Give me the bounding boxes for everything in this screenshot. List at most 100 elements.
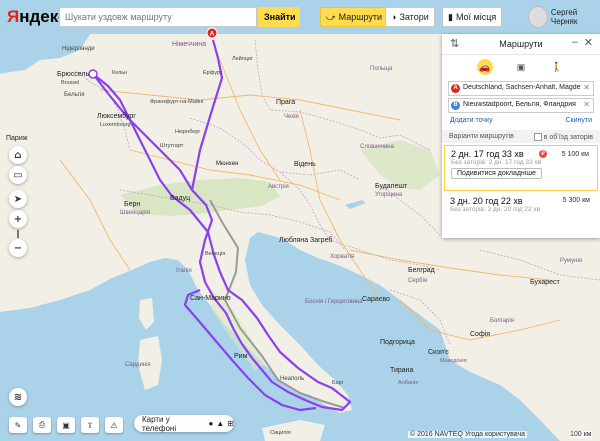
- toll-icon: ₽: [539, 150, 547, 158]
- label-austria: Австрія: [268, 184, 289, 190]
- home-icon[interactable]: ⌂: [9, 146, 27, 164]
- search-box: [59, 7, 260, 27]
- panel-header: ⇅ Маршрути – ✕: [442, 34, 600, 55]
- label-belgrade: Белград: [408, 267, 435, 274]
- copyright: © 2016 NAVTEQ Угода користувача: [408, 431, 528, 438]
- user-name: Сергей Черняк: [550, 8, 578, 26]
- label-sardinia: Сардинія: [125, 362, 151, 368]
- bus-layer-icon[interactable]: ▣: [57, 417, 75, 433]
- label-vaduz: Вадуц: [170, 195, 190, 202]
- minimize-icon[interactable]: –: [572, 36, 578, 48]
- label-serbia: Сербія: [408, 278, 427, 284]
- share-icon[interactable]: ⇪: [81, 417, 99, 433]
- route-variants-header: Варіанти маршрутів в обʼїзд заторів: [442, 130, 600, 143]
- add-point-link[interactable]: Додати точку: [450, 117, 493, 124]
- label-germany: Німеччина: [172, 40, 206, 48]
- label-munich: Мюнхен: [216, 161, 238, 167]
- route-1-distance: 5 100 км: [561, 151, 589, 158]
- bottom-tools: ✎ ⎙ ▣ ⇪ ⚠: [9, 417, 123, 433]
- clear-icon[interactable]: ✕: [583, 100, 590, 109]
- apps-label: Карти у телефоні: [142, 414, 177, 433]
- label-bari: Барі: [332, 380, 343, 386]
- search-button[interactable]: Знайти: [258, 7, 300, 27]
- marker-b[interactable]: [88, 69, 98, 79]
- label-skopje: Скоп'є: [428, 349, 449, 356]
- warning-icon[interactable]: ⚠: [105, 417, 123, 433]
- zoom-slider[interactable]: [17, 230, 19, 238]
- route-2-distance: 5 300 км: [562, 197, 590, 204]
- windows-icon: ⊞: [227, 419, 234, 428]
- walk-icon[interactable]: 🚶: [549, 59, 565, 75]
- label-erfurt: Ерфурт: [203, 70, 223, 76]
- layers-icon[interactable]: ≋: [9, 388, 27, 406]
- label-paris: Париж: [6, 135, 28, 142]
- print-icon[interactable]: ▭: [9, 166, 27, 184]
- bus-icon[interactable]: ▣: [513, 59, 529, 75]
- label-sarajevo: Сараєво: [362, 296, 390, 303]
- routes-panel: ⇅ Маршрути – ✕ 🚗 ▣ 🚶 A Deutschland, Sach…: [442, 34, 600, 238]
- label-slovakia: Словаччина: [360, 144, 394, 150]
- label-brussels: Брюссель: [57, 71, 89, 78]
- label-switzerland: Швейцарія: [120, 209, 150, 216]
- label-podgorica: Подгорица: [380, 339, 415, 346]
- label-macedonia: Македонія: [440, 358, 467, 364]
- label-naples: Неаполь: [280, 376, 304, 382]
- user-menu[interactable]: Сергей Черняк: [528, 6, 600, 28]
- route-option-1[interactable]: 2 дн. 17 год 33 хв ₽ 5 100 км Без заторі…: [444, 145, 598, 191]
- car-icon[interactable]: 🚗: [477, 59, 493, 75]
- waypoint-from-text: Deutschland, Sachsen-Anhalt, Magde: [463, 84, 581, 91]
- details-button[interactable]: Подивитися докладніше: [451, 168, 542, 179]
- label-tirana: Тирана: [390, 367, 414, 374]
- waypoint-to-text: Nieuwstadpoort, Бельгія, Фландрия: [463, 101, 576, 108]
- label-cologne: Кельн: [112, 70, 127, 76]
- traffic-icon: ◑: [391, 12, 397, 22]
- label-luxembourg: Люксембург: [97, 112, 136, 120]
- search-input[interactable]: [60, 8, 260, 26]
- print-icon[interactable]: ⎙: [33, 417, 51, 433]
- label-brussels-en: Brussel: [61, 80, 79, 86]
- label-stuttgart: Штутгарт: [160, 143, 184, 149]
- label-vienna: Відень: [294, 160, 316, 168]
- route-1-info: Без заторів: 2 дн. 17 год 33 хв: [451, 159, 542, 166]
- label-ljubljana: Любляна: [279, 236, 308, 244]
- locate-icon[interactable]: ➤: [9, 190, 27, 208]
- label-bucharest: Бухарест: [530, 279, 561, 286]
- label-bern: Берн: [124, 201, 140, 208]
- route-option-2[interactable]: 3 дн. 20 год 22 хв 5 300 км Без заторів:…: [442, 193, 600, 216]
- routes-button[interactable]: ⤻ Маршрути: [320, 7, 389, 27]
- route-2-info: Без заторів: 3 дн. 20 год 22 хв: [450, 206, 541, 213]
- label-venice: Венеція: [205, 251, 225, 257]
- transport-modes: 🚗 ▣ 🚶: [442, 55, 600, 79]
- android-icon: ▲: [216, 419, 225, 428]
- apple-icon: ●: [208, 419, 214, 428]
- checkbox-icon[interactable]: [533, 132, 542, 141]
- label-rome: Рим: [234, 353, 248, 360]
- my-places-button[interactable]: ▮ Мої місця: [442, 7, 503, 27]
- scale-bar: 100 км: [570, 431, 592, 438]
- top-bar: Яндекс Знайти ⤻Маршрути ◑Затори ▮Мої міс…: [0, 0, 600, 34]
- mobile-apps-button[interactable]: Карти у телефоні ● ▲ ⊞: [134, 414, 234, 433]
- label-netherlands: Нідерланди: [62, 46, 95, 52]
- pin-a-icon: A: [451, 84, 460, 93]
- label-romania: Румунія: [560, 258, 582, 264]
- traffic-button[interactable]: ◑ Затори: [385, 7, 435, 27]
- zoom-out-button[interactable]: −: [9, 239, 27, 257]
- label-frankfurt: Франкфурт-на-Майні: [150, 98, 203, 105]
- ruler-icon[interactable]: ✎: [9, 417, 27, 433]
- label-bosnia: Боснія і Герцеговина: [305, 299, 363, 305]
- waypoint-to[interactable]: B Nieuwstadpoort, Бельгія, Фландрия ✕: [448, 98, 594, 113]
- close-icon[interactable]: ✕: [584, 36, 593, 49]
- route-2-time: 3 дн. 20 год 22 хв: [450, 196, 523, 206]
- label-sicily: Сицилія: [270, 430, 291, 436]
- label-zagreb: Загреб: [310, 236, 332, 244]
- zoom-in-button[interactable]: +: [9, 210, 27, 228]
- bookmark-icon: ▮: [448, 11, 453, 22]
- label-poland: Польща: [370, 66, 393, 72]
- route-icon: ⤻: [326, 11, 336, 22]
- label-czech: Чехія: [284, 114, 299, 120]
- clear-icon[interactable]: ✕: [583, 83, 590, 92]
- avoid-traffic-toggle[interactable]: в обʼїзд заторів: [533, 132, 593, 141]
- label-leipzig: Лейпциг: [232, 55, 253, 62]
- waypoint-from[interactable]: A Deutschland, Sachsen-Anhalt, Magde ✕: [448, 81, 594, 96]
- reset-link[interactable]: Скинути: [565, 117, 592, 124]
